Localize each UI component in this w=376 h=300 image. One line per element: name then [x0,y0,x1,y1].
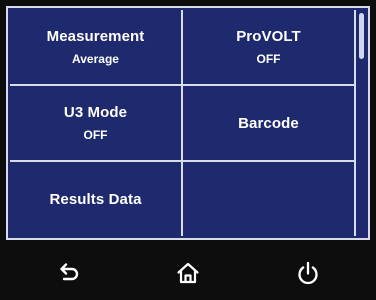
menu-scrollbar[interactable] [358,10,366,236]
menu-cell-provolt[interactable]: ProVOLT OFF [183,10,356,86]
menu-cell-title: Results Data [49,190,142,208]
menu-scrollbar-thumb[interactable] [359,13,364,59]
home-icon [177,262,199,284]
menu-cell-measurement[interactable]: Measurement Average [10,10,183,86]
menu-cell-results-data[interactable]: Results Data [10,162,183,236]
device-screen: Measurement Average ProVOLT OFF U3 Mode … [0,0,376,300]
home-button[interactable] [171,256,205,290]
power-button[interactable] [291,256,325,290]
menu-cell-title: U3 Mode [63,104,128,121]
power-icon [298,261,318,285]
back-button[interactable] [51,256,85,290]
menu-cell-u3-mode[interactable]: U3 Mode OFF [10,86,183,162]
settings-menu-grid: Measurement Average ProVOLT OFF U3 Mode … [10,10,356,236]
back-arrow-icon [60,263,79,281]
menu-cell-empty [183,162,356,236]
menu-cell-barcode[interactable]: Barcode [183,86,356,162]
settings-menu-panel: Measurement Average ProVOLT OFF U3 Mode … [6,6,370,240]
bottom-navigation-bar [0,244,376,300]
menu-cell-value: OFF [256,52,281,66]
menu-cell-title: ProVOLT [236,28,301,45]
menu-cell-value: OFF [83,128,108,142]
menu-cell-title: Measurement [46,28,145,45]
menu-cell-title: Barcode [238,114,299,132]
menu-cell-value: Average [72,52,119,66]
